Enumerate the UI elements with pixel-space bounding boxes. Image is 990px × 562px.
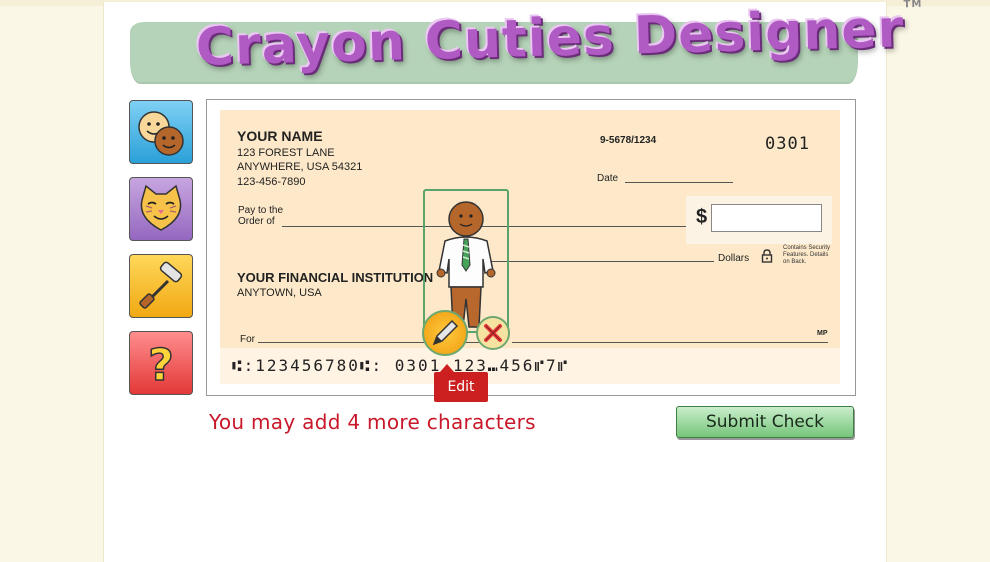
amount-box — [711, 204, 822, 232]
delete-character-button[interactable] — [476, 316, 510, 350]
security-note: Contains Security Features. Details on B… — [783, 245, 831, 265]
close-icon — [484, 324, 502, 342]
phone-number: 123-456-7890 — [237, 176, 306, 188]
edit-tooltip: Edit — [434, 364, 488, 402]
check-preview: YOUR NAME 123 FOREST LANE ANYWHERE, USA … — [220, 110, 840, 384]
pay-to-label: Pay to the Order of — [238, 205, 284, 227]
mp-mark: MP — [817, 330, 828, 337]
svg-text:?: ? — [148, 340, 174, 390]
routing-fraction: 9-5678/1234 — [600, 135, 657, 146]
written-amount-line — [490, 261, 714, 262]
date-label: Date — [597, 173, 619, 184]
memo-label: For — [240, 334, 255, 345]
app-logo: Crayon Cuties DesignerTM — [195, 0, 922, 94]
signature-line — [512, 342, 828, 343]
check-number: 0301 — [765, 134, 810, 154]
people-tool-button[interactable] — [129, 100, 193, 164]
question-icon: ? — [147, 339, 174, 390]
bank-town: ANYTOWN, USA — [237, 287, 322, 299]
animals-tool-button[interactable] — [129, 177, 193, 241]
edit-character-button[interactable] — [422, 310, 468, 356]
paint-roller-icon — [139, 261, 183, 309]
dollar-sign: $ — [696, 206, 708, 228]
dollars-label: Dollars — [718, 253, 750, 264]
bank-name: YOUR FINANCIAL INSTITUTION — [237, 270, 434, 285]
paint-tool-button[interactable] — [129, 254, 193, 318]
date-line — [625, 182, 733, 183]
cat-icon — [140, 184, 182, 231]
owner-name: YOUR NAME — [237, 128, 323, 144]
address-line-1: 123 FOREST LANE — [237, 147, 335, 159]
edit-tooltip-label: Edit — [447, 379, 475, 395]
trademark-mark: TM — [903, 0, 923, 11]
submit-check-button[interactable]: Submit Check — [676, 406, 854, 438]
address-line-2: ANYWHERE, USA 54321 — [237, 161, 363, 173]
lock-icon — [761, 249, 773, 263]
help-tool-button[interactable]: ? — [129, 331, 193, 395]
faces-icon — [138, 111, 184, 156]
pencil-icon — [432, 319, 459, 346]
characters-remaining-message: You may add 4 more characters — [209, 410, 536, 434]
micr-line: ⑆:123456780⑆: 0301 123⑉456⑈7⑈ — [232, 356, 570, 375]
